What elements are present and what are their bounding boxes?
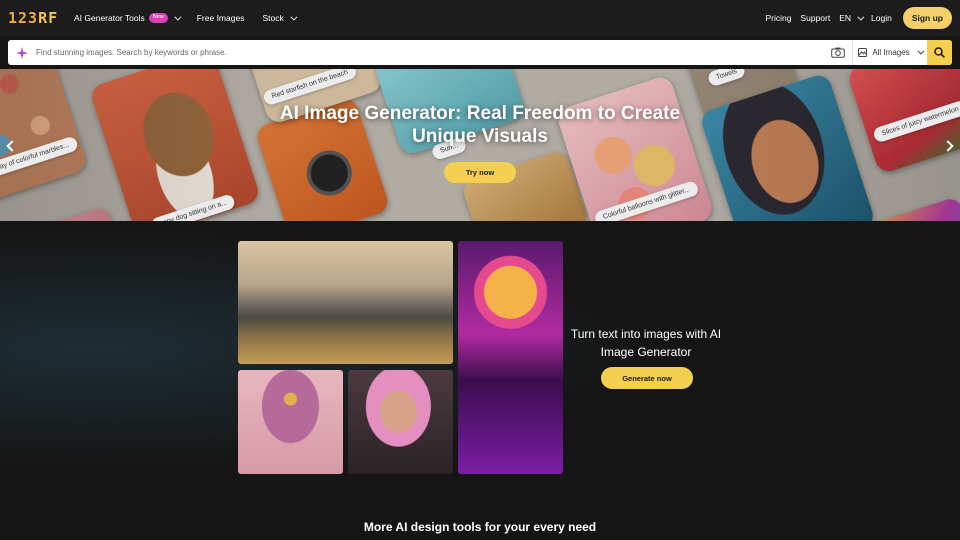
synthwave-city-image[interactable]: [458, 241, 563, 474]
nav-support-label: Support: [800, 13, 831, 23]
camera-search-icon[interactable]: [823, 40, 853, 65]
image-type-label: All Images: [872, 48, 910, 57]
generate-now-button[interactable]: Generate now: [601, 367, 693, 389]
chevron-down-icon: [290, 13, 298, 21]
promo-title: Turn text into images with AI Image Gene…: [570, 327, 722, 359]
hero-title: AI Image Generator: Real Freedom to Crea…: [279, 103, 681, 147]
nav-ai-generator-tools-label: AI Generator Tools: [74, 13, 145, 23]
chevron-down-icon: [917, 47, 925, 55]
nav-stock-label: Stock: [262, 13, 284, 23]
mountains-image[interactable]: [238, 241, 453, 364]
search-input[interactable]: [36, 48, 823, 57]
nav-ai-generator-tools[interactable]: AI Generator Tools New: [74, 13, 182, 23]
nav-pricing-label: Pricing: [765, 13, 792, 23]
login-link[interactable]: Login: [871, 13, 892, 23]
nav-support[interactable]: Support: [800, 13, 830, 23]
carousel-next-icon[interactable]: [942, 139, 954, 153]
language-label: EN: [839, 13, 852, 23]
carousel-prev-icon[interactable]: [6, 139, 18, 153]
chevron-down-icon: [174, 13, 182, 21]
primary-nav: AI Generator Tools New Free Images Stock: [74, 13, 313, 23]
image-type-dropdown[interactable]: All Images: [853, 40, 927, 65]
new-badge: New: [148, 13, 168, 23]
nav-stock[interactable]: Stock: [262, 13, 298, 23]
nav-free-images-label: Free Images: [196, 13, 245, 23]
try-now-button[interactable]: Try now: [444, 162, 516, 183]
search-icon: [934, 47, 945, 58]
top-navigation: 123RF AI Generator Tools New Free Images…: [0, 0, 960, 36]
language-selector[interactable]: EN: [839, 13, 865, 23]
more-tools-heading: More AI design tools for your every need: [363, 520, 597, 534]
flower-image[interactable]: [238, 370, 343, 474]
login-label: Login: [871, 13, 892, 23]
logo[interactable]: 123RF: [8, 9, 60, 27]
search-bar: All Images: [8, 40, 952, 65]
nav-free-images[interactable]: Free Images: [197, 13, 245, 23]
chevron-down-icon: [857, 13, 865, 21]
search-button[interactable]: [927, 40, 952, 65]
image-icon: [858, 48, 868, 57]
nav-pricing[interactable]: Pricing: [765, 13, 791, 23]
sparkle-icon: [8, 46, 36, 59]
signup-button[interactable]: Sign up: [902, 7, 952, 29]
ai-generator-promo: Turn text into images with AI Image Gene…: [0, 221, 960, 540]
pink-hair-woman-image[interactable]: [348, 370, 453, 474]
secondary-nav: Pricing Support EN Login Sign up: [765, 7, 952, 29]
